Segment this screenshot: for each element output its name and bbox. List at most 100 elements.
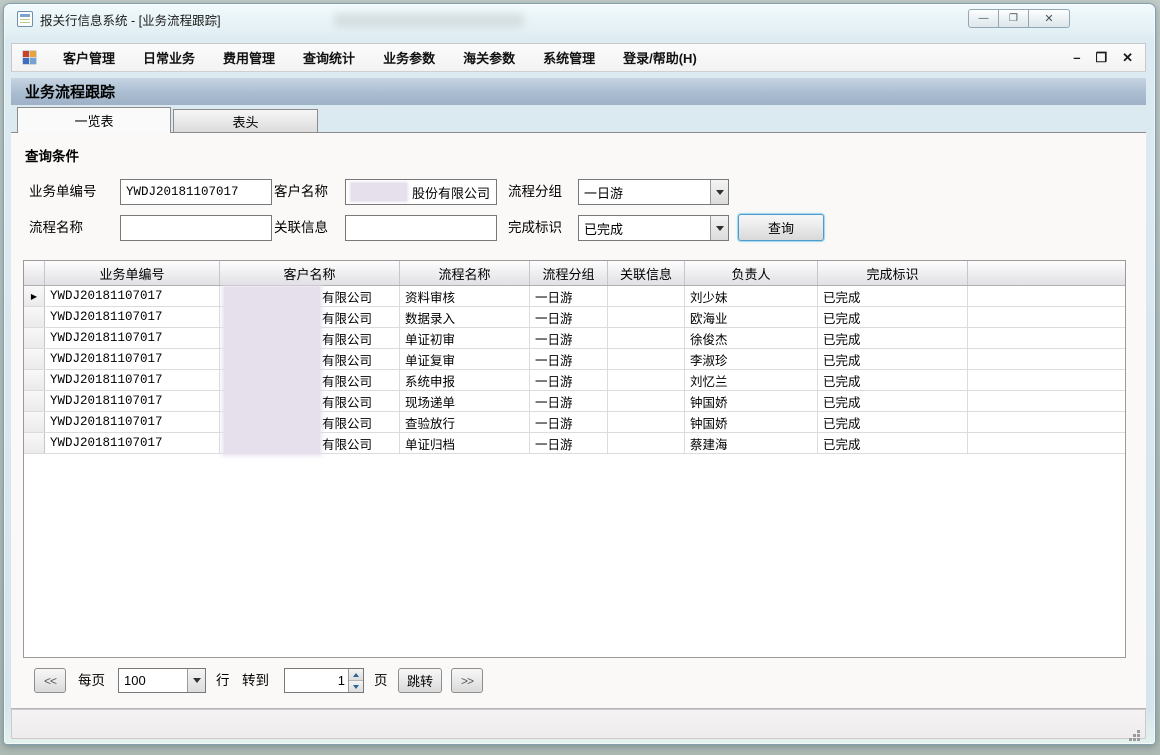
flow-group-dropdown-button[interactable] [710, 180, 728, 204]
cell-complete-flag[interactable]: 已完成 [818, 328, 968, 348]
cell-related-info[interactable] [608, 412, 685, 432]
cell-flow-name[interactable]: 单证复审 [400, 349, 530, 369]
cell-flow-name[interactable]: 数据录入 [400, 307, 530, 327]
row-selector-cell[interactable]: ▶ [24, 286, 45, 306]
customer-name-input[interactable]: 股份有限公司 [345, 179, 497, 205]
spinner-down-button[interactable] [349, 681, 363, 692]
close-button[interactable]: ✕ [1028, 9, 1070, 28]
cell-owner[interactable]: 钟国娇 [685, 412, 818, 432]
table-row[interactable]: YWDJ20181107017 有限公司 现场递单 一日游 钟国娇 已完成 [24, 391, 1125, 412]
cell-flow-name[interactable]: 系统申报 [400, 370, 530, 390]
restore-button[interactable]: ❐ [998, 9, 1029, 28]
minimize-button[interactable]: — [968, 9, 999, 28]
cell-owner[interactable]: 李淑珍 [685, 349, 818, 369]
cell-flow-name[interactable]: 资料审核 [400, 286, 530, 306]
tab-overview[interactable]: 一览表 [17, 107, 171, 133]
cell-complete-flag[interactable]: 已完成 [818, 433, 968, 453]
cell-related-info[interactable] [608, 349, 685, 369]
cell-flow-group[interactable]: 一日游 [530, 349, 608, 369]
cell-related-info[interactable] [608, 370, 685, 390]
mdi-minimize-button[interactable]: – [1073, 51, 1080, 64]
cell-order-no[interactable]: YWDJ20181107017 [45, 412, 220, 432]
per-page-select[interactable]: 100 [118, 668, 206, 693]
menu-query-stats[interactable]: 查询统计 [289, 43, 369, 72]
table-row[interactable]: YWDJ20181107017 有限公司 系统申报 一日游 刘忆兰 已完成 [24, 370, 1125, 391]
column-header-related-info[interactable]: 关联信息 [608, 261, 685, 285]
cell-related-info[interactable] [608, 328, 685, 348]
row-selector-cell[interactable] [24, 307, 45, 327]
cell-related-info[interactable] [608, 307, 685, 327]
table-row[interactable]: YWDJ20181107017 有限公司 单证归档 一日游 蔡建海 已完成 [24, 433, 1125, 454]
last-page-button[interactable]: >> [451, 668, 483, 693]
column-header-flow-group[interactable]: 流程分组 [530, 261, 608, 285]
cell-order-no[interactable]: YWDJ20181107017 [45, 391, 220, 411]
cell-order-no[interactable]: YWDJ20181107017 [45, 307, 220, 327]
column-header-order-no[interactable]: 业务单编号 [45, 261, 220, 285]
cell-owner[interactable]: 刘少妹 [685, 286, 818, 306]
cell-order-no[interactable]: YWDJ20181107017 [45, 349, 220, 369]
per-page-dropdown-button[interactable] [187, 669, 205, 692]
cell-flow-group[interactable]: 一日游 [530, 307, 608, 327]
menu-business-params[interactable]: 业务参数 [369, 43, 449, 72]
cell-complete-flag[interactable]: 已完成 [818, 391, 968, 411]
first-page-button[interactable]: << [34, 668, 66, 693]
cell-order-no[interactable]: YWDJ20181107017 [45, 370, 220, 390]
mdi-close-button[interactable]: ✕ [1122, 51, 1133, 64]
cell-owner[interactable]: 欧海业 [685, 307, 818, 327]
menu-fee-mgmt[interactable]: 费用管理 [209, 43, 289, 72]
search-button[interactable]: 查询 [738, 214, 824, 241]
cell-owner[interactable]: 蔡建海 [685, 433, 818, 453]
cell-order-no[interactable]: YWDJ20181107017 [45, 328, 220, 348]
table-row[interactable]: YWDJ20181107017 有限公司 查验放行 一日游 钟国娇 已完成 [24, 412, 1125, 433]
complete-flag-select[interactable]: 已完成 [578, 215, 729, 241]
menu-login-help[interactable]: 登录/帮助(H) [609, 43, 711, 72]
cell-owner[interactable]: 徐俊杰 [685, 328, 818, 348]
cell-flow-name[interactable]: 查验放行 [400, 412, 530, 432]
cell-flow-group[interactable]: 一日游 [530, 370, 608, 390]
flow-group-select[interactable]: 一日游 [578, 179, 729, 205]
cell-complete-flag[interactable]: 已完成 [818, 412, 968, 432]
tab-header[interactable]: 表头 [173, 109, 318, 133]
table-row[interactable]: YWDJ20181107017 有限公司 单证复审 一日游 李淑珍 已完成 [24, 349, 1125, 370]
table-row[interactable]: YWDJ20181107017 有限公司 单证初审 一日游 徐俊杰 已完成 [24, 328, 1125, 349]
order-no-input[interactable]: YWDJ20181107017 [120, 179, 272, 205]
spinner-up-button[interactable] [349, 669, 363, 681]
cell-flow-group[interactable]: 一日游 [530, 412, 608, 432]
cell-flow-name[interactable]: 现场递单 [400, 391, 530, 411]
column-header-flow-name[interactable]: 流程名称 [400, 261, 530, 285]
column-header-owner[interactable]: 负责人 [685, 261, 818, 285]
cell-flow-name[interactable]: 单证归档 [400, 433, 530, 453]
page-number-spinner[interactable]: 1 [284, 668, 364, 693]
cell-flow-group[interactable]: 一日游 [530, 433, 608, 453]
cell-complete-flag[interactable]: 已完成 [818, 307, 968, 327]
cell-complete-flag[interactable]: 已完成 [818, 286, 968, 306]
menu-system-mgmt[interactable]: 系统管理 [529, 43, 609, 72]
cell-order-no[interactable]: YWDJ20181107017 [45, 286, 220, 306]
cell-flow-group[interactable]: 一日游 [530, 286, 608, 306]
row-selector-cell[interactable] [24, 349, 45, 369]
menu-customer-mgmt[interactable]: 客户管理 [49, 43, 129, 72]
cell-related-info[interactable] [608, 286, 685, 306]
column-header-complete-flag[interactable]: 完成标识 [818, 261, 968, 285]
complete-flag-dropdown-button[interactable] [710, 216, 728, 240]
table-row[interactable]: ▶ YWDJ20181107017 有限公司 资料审核 一日游 刘少妹 已完成 [24, 286, 1125, 307]
row-selector-cell[interactable] [24, 391, 45, 411]
cell-owner[interactable]: 钟国娇 [685, 391, 818, 411]
title-bar[interactable]: 报关行信息系统 - [业务流程跟踪] — ❐ ✕ [4, 4, 1155, 34]
cell-complete-flag[interactable]: 已完成 [818, 370, 968, 390]
cell-complete-flag[interactable]: 已完成 [818, 349, 968, 369]
cell-order-no[interactable]: YWDJ20181107017 [45, 433, 220, 453]
row-selector-cell[interactable] [24, 433, 45, 453]
resize-grip[interactable] [1137, 730, 1140, 733]
row-selector-cell[interactable] [24, 370, 45, 390]
row-selector-cell[interactable] [24, 328, 45, 348]
column-header-customer[interactable]: 客户名称 [220, 261, 400, 285]
mdi-restore-button[interactable]: ❐ [1095, 51, 1107, 64]
menu-daily-business[interactable]: 日常业务 [129, 43, 209, 72]
related-info-input[interactable] [345, 215, 497, 241]
menu-customs-params[interactable]: 海关参数 [449, 43, 529, 72]
cell-related-info[interactable] [608, 391, 685, 411]
flow-name-input[interactable] [120, 215, 272, 241]
row-selector-cell[interactable] [24, 412, 45, 432]
cell-related-info[interactable] [608, 433, 685, 453]
